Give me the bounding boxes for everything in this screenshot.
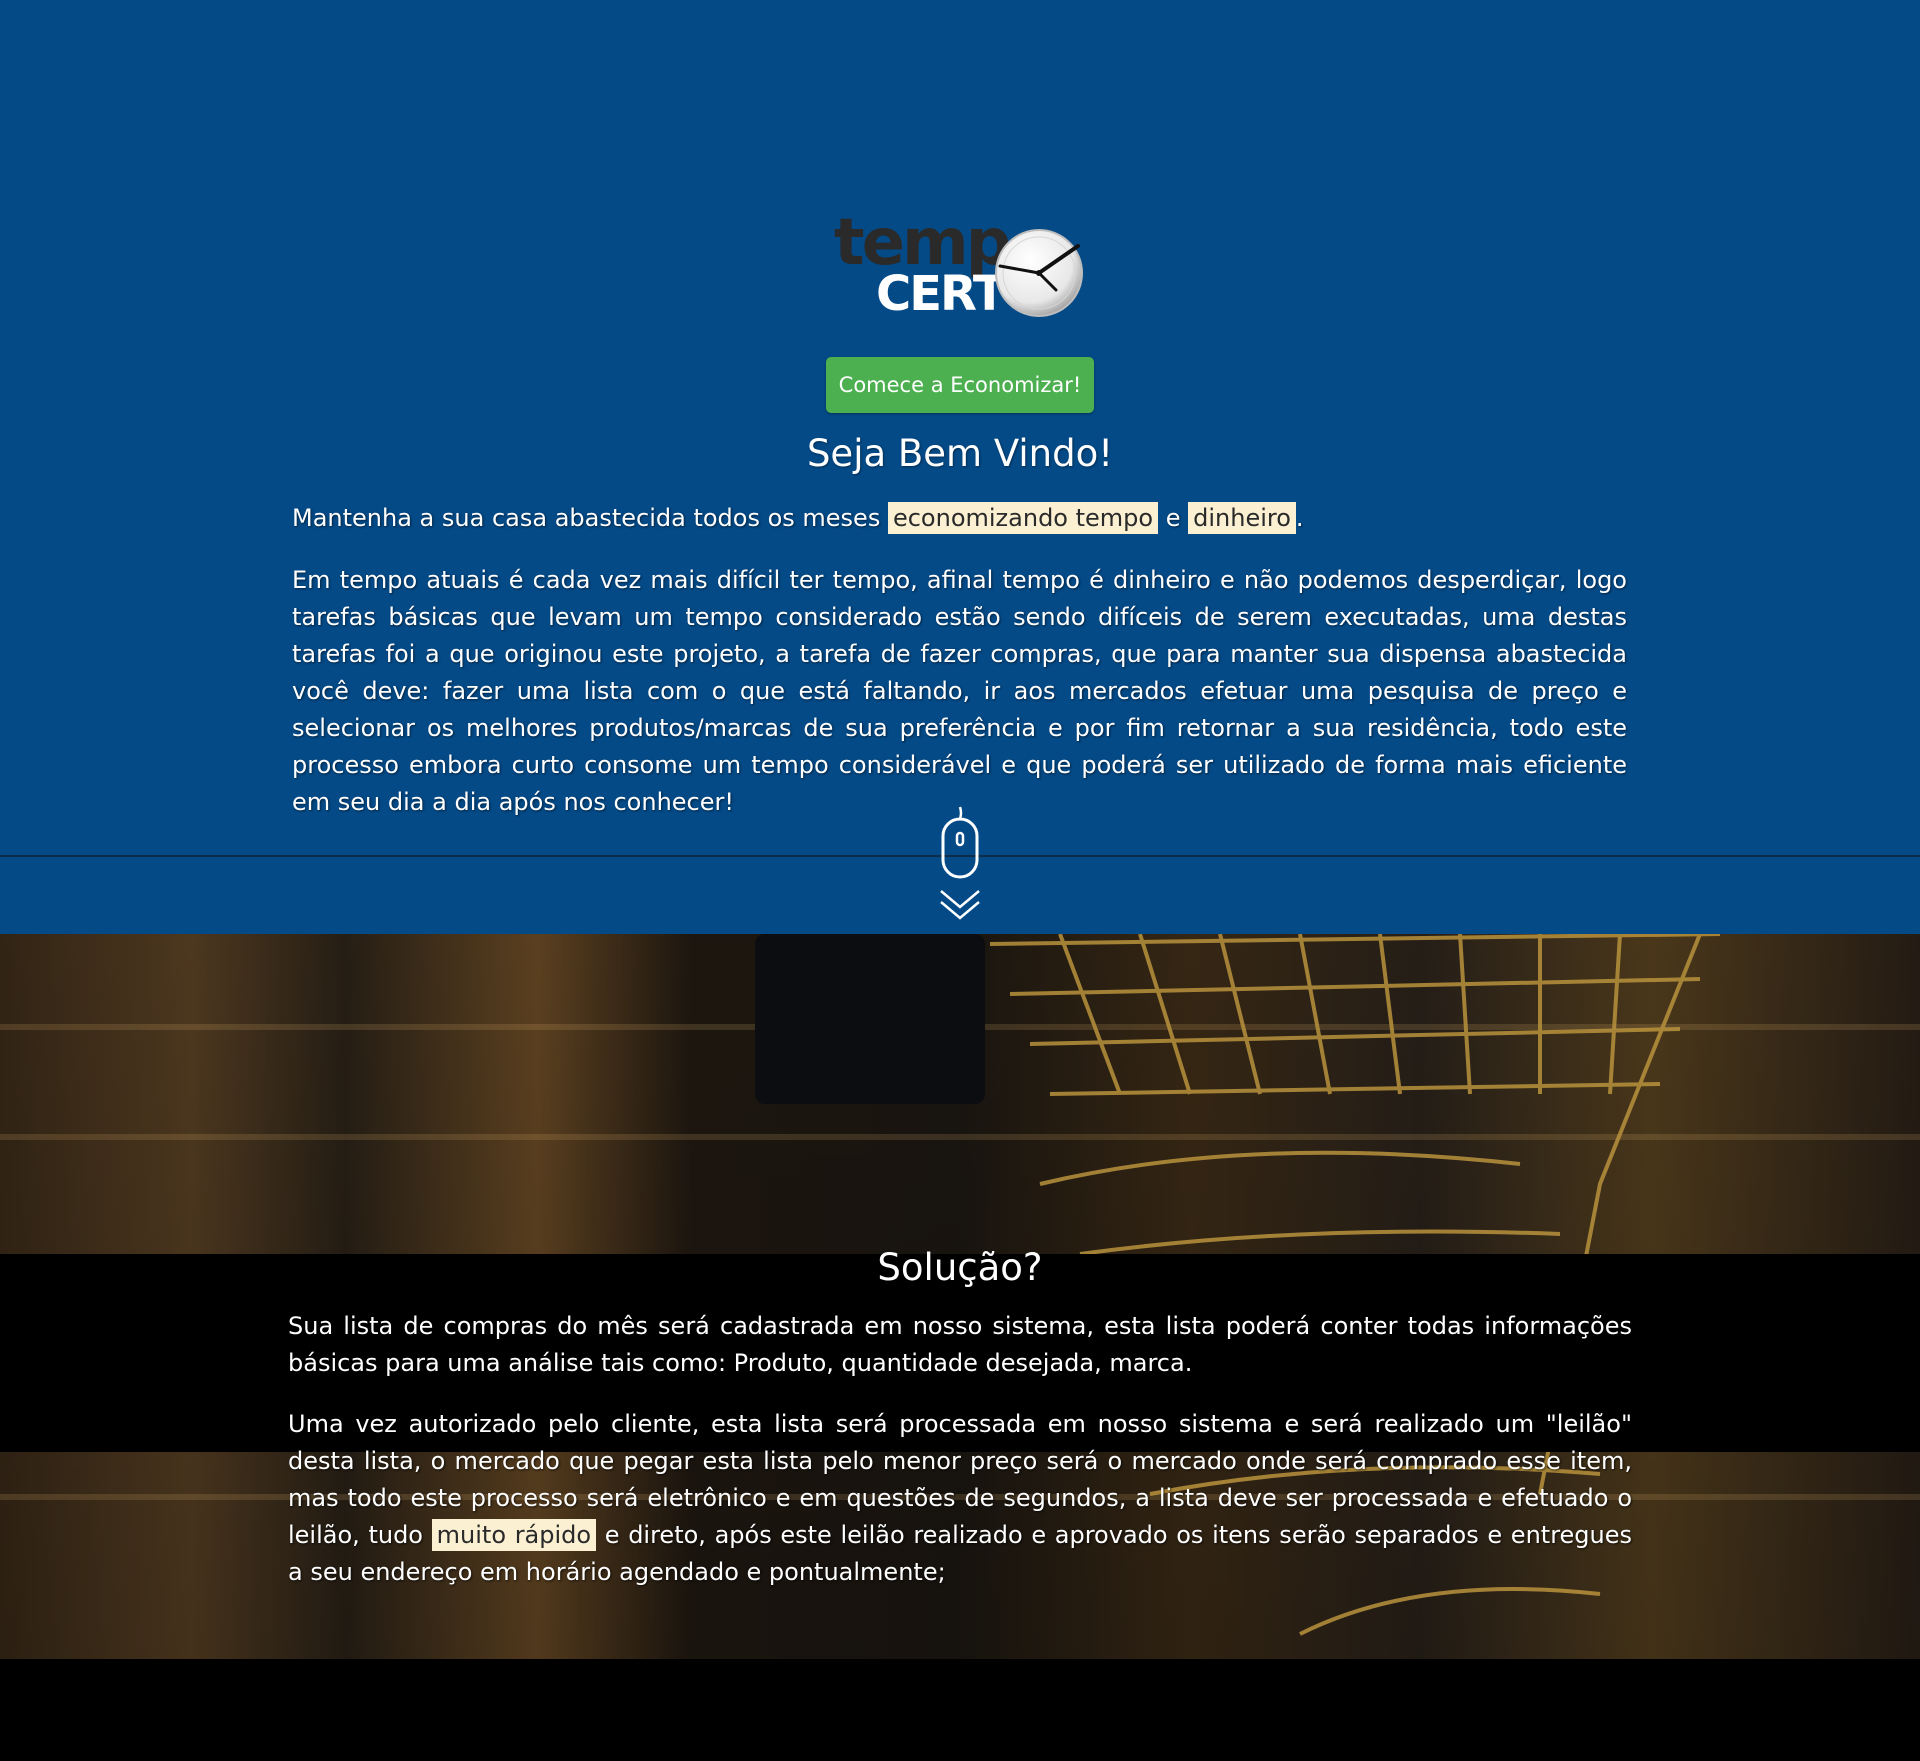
page-bottom [0,1659,1920,1761]
intro-text-end: . [1295,504,1304,532]
intro-text-start: Mantenha a sua casa abastecida todos os … [292,504,888,532]
hero-paragraph: Em tempo atuais é cada vez mais difícil … [292,566,1627,816]
welcome-title: Seja Bem Vindo! [806,432,1114,475]
hero-section: temp CERT Comece a Economizar! Seja Bem … [0,0,1920,934]
logo-word-cert: CERT [876,266,1006,322]
clock-icon [995,229,1083,317]
start-saving-button[interactable]: Comece a Economizar! [826,357,1094,413]
solution-paragraph-2: Uma vez autorizado pelo cliente, esta li… [288,1406,1632,1591]
highlight-saving-time: economizando tempo [887,502,1159,534]
highlight-very-fast: muito rápido [431,1519,597,1551]
scroll-down-indicator[interactable] [938,805,982,923]
highlight-money: dinheiro [1188,502,1296,534]
hero-intro: Mantenha a sua casa abastecida todos os … [292,500,1627,537]
chevron-double-down-icon [940,890,980,920]
solution-paragraph-1: Sua lista de compras do mês será cadastr… [288,1312,1632,1377]
intro-text-and: e [1158,504,1189,532]
mouse-icon [941,806,979,879]
solution-title: Solução? [877,1246,1043,1289]
tempo-certo-logo[interactable]: temp CERT [832,206,1088,322]
